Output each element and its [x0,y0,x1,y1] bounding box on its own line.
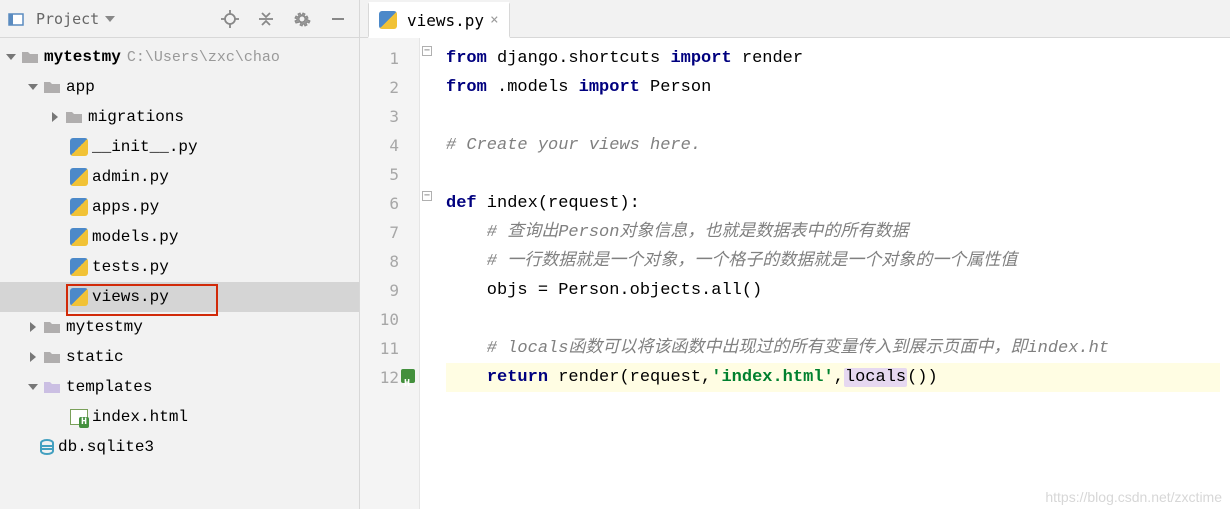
tree-item-views[interactable]: views.py [0,282,359,312]
fold-icon[interactable]: − [422,46,432,56]
tree-path: C:\Users\zxc\chao [127,49,280,66]
tree-item-indexhtml[interactable]: index.html [0,402,359,432]
tree-label: admin.py [92,168,169,186]
watermark: https://blog.csdn.net/zxctime [1045,489,1222,505]
tree-item-apps[interactable]: apps.py [0,192,359,222]
tree-item-db[interactable]: db.sqlite3 [0,432,359,462]
hide-icon[interactable] [323,5,353,33]
line-number: 8 [360,247,399,276]
tree-label: templates [66,378,152,396]
code-line[interactable]: # Create your views here. [446,131,1220,160]
line-number: 2 [360,73,399,102]
project-label: Project [36,10,99,28]
tree-label: migrations [88,108,184,126]
folder-icon [42,378,62,396]
python-file-icon [70,258,88,276]
tree-item-models[interactable]: models.py [0,222,359,252]
tree-label: tests.py [92,258,169,276]
expand-icon[interactable] [26,320,40,334]
code-line[interactable]: from .models import Person [446,73,1220,102]
folder-icon [20,48,40,66]
line-number: 12 [380,368,399,387]
project-dropdown[interactable]: Project [36,10,115,28]
tree-root[interactable]: mytestmy C:\Users\zxc\chao [0,42,359,72]
line-number: 4 [360,131,399,160]
line-number: 11 [360,334,399,363]
sidebar-header: Project [0,0,359,38]
folder-icon [42,318,62,336]
close-icon[interactable]: × [490,12,498,28]
line-number: 1 [360,44,399,73]
tree-label: db.sqlite3 [58,438,154,456]
tab-label: views.py [407,11,484,30]
database-icon [40,439,54,455]
python-file-icon [70,198,88,216]
code-line[interactable] [446,160,1220,189]
collapse-icon[interactable] [251,5,281,33]
fold-icon[interactable]: − [422,191,432,201]
tree-label: index.html [92,408,188,426]
line-number: 9 [360,276,399,305]
tree-item-static[interactable]: static [0,342,359,372]
locate-icon[interactable] [215,5,245,33]
tree-item-mytestmy2[interactable]: mytestmy [0,312,359,342]
code-line[interactable] [446,305,1220,334]
tree-item-app[interactable]: app [0,72,359,102]
code-line[interactable] [446,102,1220,131]
folder-icon [42,78,62,96]
expand-icon[interactable] [26,350,40,364]
code-editor[interactable]: from django.shortcuts import renderfrom … [436,38,1230,509]
python-file-icon [70,228,88,246]
tree-item-tests[interactable]: tests.py [0,252,359,282]
tree-item-migrations[interactable]: migrations [0,102,359,132]
code-line[interactable]: def index(request): [446,189,1220,218]
folder-icon [42,348,62,366]
chevron-down-icon [105,16,115,22]
tree-label: static [66,348,124,366]
code-line[interactable]: return render(request,'index.html',local… [446,363,1220,392]
tree-label: mytestmy [66,318,143,336]
editor-tabbar: views.py × [360,0,1230,38]
line-number: 3 [360,102,399,131]
gear-icon[interactable] [287,5,317,33]
fold-gutter: − − [420,38,436,509]
line-number: 7 [360,218,399,247]
tree-item-init[interactable]: __init__.py [0,132,359,162]
tree-item-admin[interactable]: admin.py [0,162,359,192]
python-file-icon [70,138,88,156]
code-line[interactable]: # locals函数可以将该函数中出现过的所有变量传入到展示页面中，即index… [446,334,1220,363]
line-number: 6 [360,189,399,218]
expand-icon[interactable] [26,80,40,94]
line-number: 5 [360,160,399,189]
tree-label: app [66,78,95,96]
html-file-icon [70,409,88,425]
tree-label: __init__.py [92,138,198,156]
project-sidebar: Project [0,0,360,509]
tree-item-templates[interactable]: templates [0,372,359,402]
tree-label: models.py [92,228,178,246]
python-file-icon [70,168,88,186]
html-gutter-icon [401,369,415,383]
expand-icon[interactable] [26,380,40,394]
expand-icon[interactable] [4,50,18,64]
tree-label: apps.py [92,198,159,216]
code-line[interactable]: # 查询出Person对象信息，也就是数据表中的所有数据 [446,218,1220,247]
python-file-icon [379,11,397,29]
python-file-icon [70,288,88,306]
tree-label: mytestmy [44,48,121,66]
code-line[interactable]: objs = Person.objects.all() [446,276,1220,305]
project-tree[interactable]: mytestmy C:\Users\zxc\chao app migration… [0,38,359,509]
tree-label: views.py [92,288,169,306]
folder-icon [64,108,84,126]
project-icon [6,10,26,28]
editor-area: views.py × 1 2 3 4 5 6 7 8 9 10 11 12 [360,0,1230,509]
code-line[interactable]: from django.shortcuts import render [446,44,1220,73]
expand-icon[interactable] [48,110,62,124]
line-number-gutter: 1 2 3 4 5 6 7 8 9 10 11 12 [360,38,420,509]
code-line[interactable]: # 一行数据就是一个对象，一个格子的数据就是一个对象的一个属性值 [446,247,1220,276]
tab-views[interactable]: views.py × [368,2,510,38]
line-number: 10 [360,305,399,334]
